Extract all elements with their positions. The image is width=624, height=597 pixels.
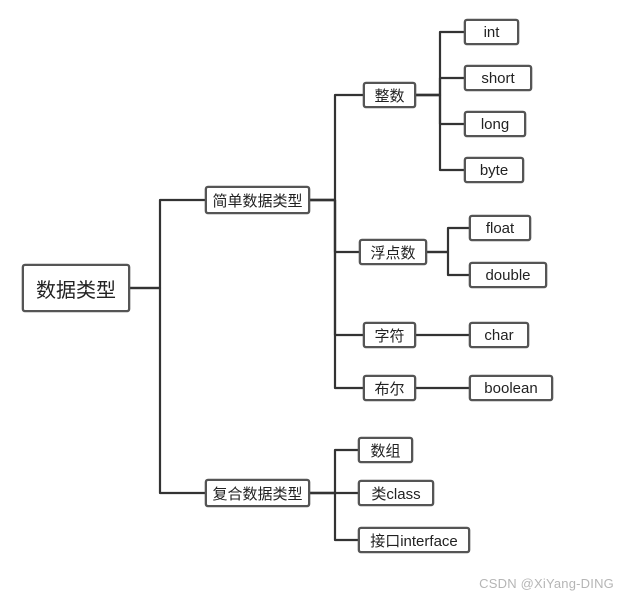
watermark-text: CSDN @XiYang-DING bbox=[479, 576, 614, 591]
double-leaf: double bbox=[469, 262, 547, 288]
short-label: short bbox=[481, 70, 514, 87]
double-label: double bbox=[485, 267, 530, 284]
float-node: 浮点数 bbox=[359, 239, 427, 265]
class-leaf: 类class bbox=[358, 480, 434, 506]
char-node: 字符 bbox=[363, 322, 416, 348]
int-leaf: int bbox=[464, 19, 519, 45]
simple-types-label: 简单数据类型 bbox=[213, 190, 303, 211]
interface-leaf: 接口interface bbox=[358, 527, 470, 553]
char-label: char bbox=[484, 327, 513, 344]
float-group-label: 浮点数 bbox=[371, 242, 416, 263]
short-leaf: short bbox=[464, 65, 532, 91]
float-label: float bbox=[486, 220, 514, 237]
char-group-label: 字符 bbox=[375, 325, 405, 346]
integer-node: 整数 bbox=[363, 82, 416, 108]
bool-node: 布尔 bbox=[363, 375, 416, 401]
long-label: long bbox=[481, 116, 509, 133]
class-label: 类class bbox=[371, 483, 420, 504]
root-label: 数据类型 bbox=[36, 274, 116, 303]
int-label: int bbox=[484, 24, 500, 41]
composite-types-node: 复合数据类型 bbox=[205, 479, 310, 507]
boolean-leaf: boolean bbox=[469, 375, 553, 401]
interface-label: 接口interface bbox=[370, 530, 458, 551]
integer-label: 整数 bbox=[375, 85, 405, 106]
long-leaf: long bbox=[464, 111, 526, 137]
float-leaf: float bbox=[469, 215, 531, 241]
array-leaf: 数组 bbox=[358, 437, 413, 463]
bool-group-label: 布尔 bbox=[375, 378, 405, 399]
char-leaf: char bbox=[469, 322, 529, 348]
root-node: 数据类型 bbox=[22, 264, 130, 312]
simple-types-node: 简单数据类型 bbox=[205, 186, 310, 214]
composite-types-label: 复合数据类型 bbox=[213, 483, 303, 504]
array-label: 数组 bbox=[370, 440, 400, 461]
byte-label: byte bbox=[480, 162, 508, 179]
boolean-label: boolean bbox=[484, 380, 537, 397]
byte-leaf: byte bbox=[464, 157, 524, 183]
